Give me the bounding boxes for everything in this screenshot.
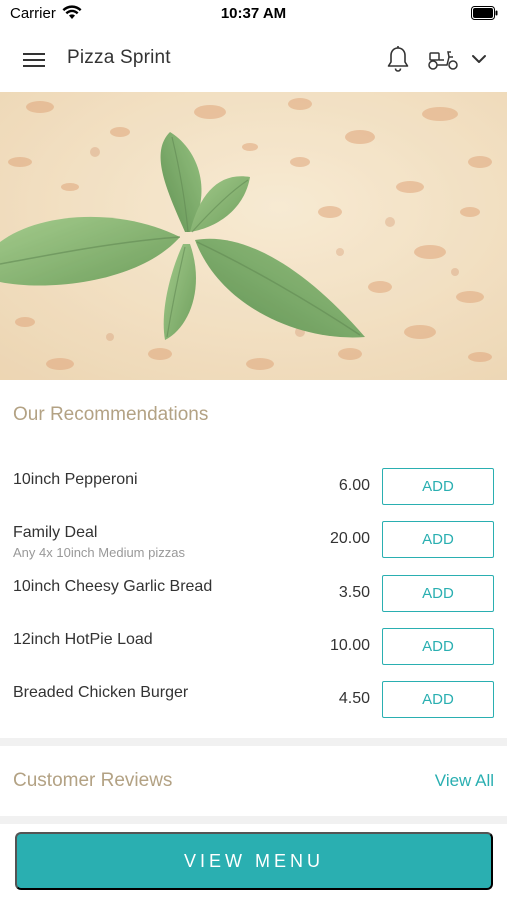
scooter-icon[interactable] (426, 45, 460, 73)
chevron-down-icon[interactable] (468, 48, 490, 70)
app-bar: Pizza Sprint (0, 28, 507, 92)
clock: 10:37 AM (220, 5, 287, 22)
item-price: 10.00 (329, 637, 370, 654)
status-bar: Carrier 10:37 AM (0, 0, 507, 28)
add-button[interactable]: ADD (382, 468, 494, 505)
footer: VIEW MENU (0, 824, 507, 900)
reviews-title: Customer Reviews (13, 770, 173, 791)
bell-icon[interactable] (384, 43, 412, 75)
add-button[interactable]: ADD (382, 681, 494, 718)
list-item: 10inch Pepperoni 6.00 ADD (0, 468, 507, 525)
item-name: 10inch Pepperoni (13, 471, 138, 488)
list-item: 10inch Cheesy Garlic Bread 3.50 ADD (0, 575, 507, 632)
view-all-link[interactable]: View All (435, 771, 494, 791)
recommendations-section: Our Recommendations 10inch Pepperoni 6.0… (0, 380, 507, 738)
view-menu-button[interactable]: VIEW MENU (15, 832, 493, 890)
item-name: Breaded Chicken Burger (13, 684, 189, 701)
list-item: Family Deal Any 4x 10inch Medium pizzas … (0, 521, 507, 578)
add-button[interactable]: ADD (382, 521, 494, 558)
section-divider (0, 816, 507, 824)
add-button[interactable]: ADD (382, 628, 494, 665)
list-item: 12inch HotPie Load 10.00 ADD (0, 628, 507, 685)
item-price: 6.00 (338, 477, 370, 494)
item-name: 10inch Cheesy Garlic Bread (13, 578, 213, 595)
add-button[interactable]: ADD (382, 575, 494, 612)
app-title: Pizza Sprint (67, 47, 171, 68)
list-item: Breaded Chicken Burger 4.50 ADD (0, 681, 507, 738)
battery-icon (471, 6, 498, 20)
item-price: 20.00 (329, 530, 370, 547)
item-name: Family Deal (13, 524, 98, 541)
reviews-section: Customer Reviews View All (0, 746, 507, 816)
recommendations-title: Our Recommendations (13, 404, 209, 425)
item-name: 12inch HotPie Load (13, 631, 153, 648)
item-price: 3.50 (338, 584, 370, 601)
section-divider (0, 738, 507, 746)
hero-pizza-image (0, 92, 507, 380)
item-price: 4.50 (338, 690, 370, 707)
item-description: Any 4x 10inch Medium pizzas (13, 545, 185, 560)
hamburger-menu-icon[interactable] (18, 45, 50, 75)
